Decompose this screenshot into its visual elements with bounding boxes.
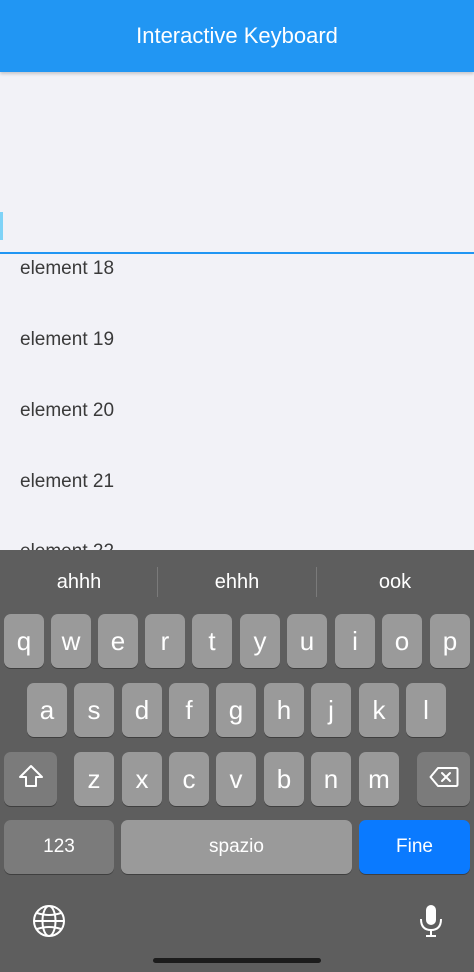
list-item[interactable]: element 22 [20, 541, 114, 550]
globe-button[interactable] [29, 903, 69, 943]
app-title: Interactive Keyboard [136, 23, 338, 48]
keyboard: ahhh ehhh ook q w e r t y u i o p a s d … [0, 550, 474, 972]
list-item[interactable]: element 19 [20, 329, 114, 351]
key-m[interactable]: m [359, 752, 399, 806]
key-y[interactable]: y [240, 614, 280, 668]
key-s[interactable]: s [74, 683, 114, 737]
space-key[interactable]: spazio [121, 820, 352, 874]
key-x[interactable]: x [122, 752, 162, 806]
key-d[interactable]: d [122, 683, 162, 737]
key-l[interactable]: l [406, 683, 446, 737]
done-key[interactable]: Fine [359, 820, 470, 874]
key-i[interactable]: i [335, 614, 375, 668]
key-h[interactable]: h [264, 683, 304, 737]
content-area: element 18 element 19 element 20 element… [0, 72, 474, 550]
key-c[interactable]: c [169, 752, 209, 806]
backspace-key[interactable] [417, 752, 470, 806]
list-item[interactable]: element 21 [20, 471, 114, 493]
key-b[interactable]: b [264, 752, 304, 806]
suggestion-3[interactable]: ook [316, 550, 474, 614]
key-u[interactable]: u [287, 614, 327, 668]
list-item[interactable]: element 18 [20, 258, 114, 280]
app-bar: Interactive Keyboard [0, 0, 474, 72]
key-w[interactable]: w [51, 614, 91, 668]
key-q[interactable]: q [4, 614, 44, 668]
suggestion-bar: ahhh ehhh ook [0, 550, 474, 614]
key-a[interactable]: a [27, 683, 67, 737]
key-f[interactable]: f [169, 683, 209, 737]
suggestion-2[interactable]: ehhh [158, 550, 316, 614]
key-g[interactable]: g [216, 683, 256, 737]
key-o[interactable]: o [382, 614, 422, 668]
shift-key[interactable] [4, 752, 57, 806]
microphone-icon [418, 903, 444, 944]
text-input[interactable] [0, 72, 474, 254]
list-item[interactable]: element 20 [20, 400, 114, 422]
home-indicator [153, 958, 321, 963]
key-p[interactable]: p [430, 614, 470, 668]
key-t[interactable]: t [192, 614, 232, 668]
backspace-icon [429, 764, 459, 795]
key-k[interactable]: k [359, 683, 399, 737]
numbers-key[interactable]: 123 [4, 820, 114, 874]
globe-icon [32, 904, 66, 943]
suggestion-1[interactable]: ahhh [0, 550, 158, 614]
text-caret [0, 212, 3, 240]
key-z[interactable]: z [74, 752, 114, 806]
microphone-button[interactable] [411, 903, 451, 943]
key-n[interactable]: n [311, 752, 351, 806]
key-v[interactable]: v [216, 752, 256, 806]
shift-icon [18, 764, 44, 795]
key-e[interactable]: e [98, 614, 138, 668]
key-r[interactable]: r [145, 614, 185, 668]
key-j[interactable]: j [311, 683, 351, 737]
